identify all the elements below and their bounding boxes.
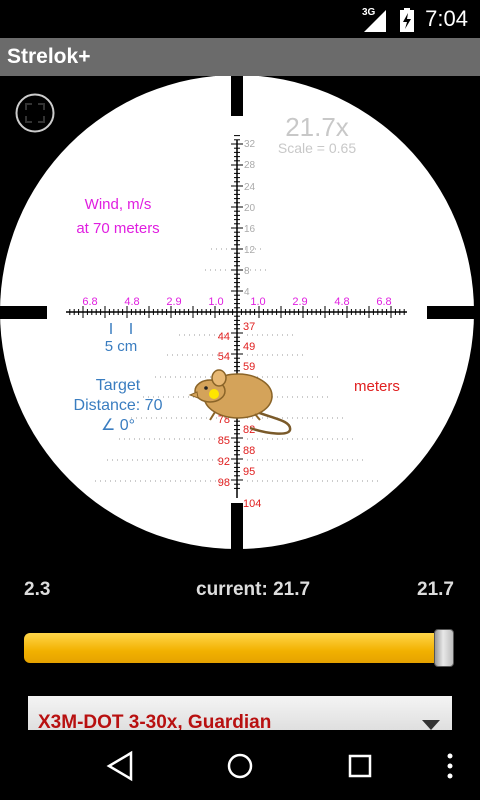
wind-title: Wind, m/s xyxy=(84,196,152,213)
action-bar: Strelok+ xyxy=(0,38,480,76)
overflow-menu-button[interactable] xyxy=(428,750,472,782)
post-right xyxy=(427,306,480,319)
range-label-right: 95 xyxy=(243,466,255,478)
wind-tick-label-right: 2.9 xyxy=(292,296,307,308)
range-label-left: 92 xyxy=(218,456,230,468)
battery-icon xyxy=(400,8,414,32)
zoom-max-value: 21.7 xyxy=(417,579,454,600)
post-left xyxy=(0,306,47,319)
post-top xyxy=(231,76,243,116)
range-label-left: 44 xyxy=(218,331,230,343)
zoom-slider-thumb[interactable] xyxy=(434,629,454,667)
target-distance: Distance: 70 xyxy=(73,397,163,414)
wind-label: Wind, m/s at 70 meters xyxy=(58,193,178,241)
range-label-right: 49 xyxy=(243,341,255,353)
back-icon xyxy=(106,750,133,782)
magnification-readout: 21.7x xyxy=(285,112,349,142)
app-title: Strelok+ xyxy=(7,45,91,68)
range-label-right: 104 xyxy=(243,498,261,510)
range-label-left: 98 xyxy=(218,477,230,489)
back-button[interactable] xyxy=(98,750,142,782)
elevation-tick-label: 24 xyxy=(244,182,256,193)
wind-tick-label-right: 6.8 xyxy=(376,296,391,308)
range-label-right: 37 xyxy=(243,321,255,333)
impact-point xyxy=(209,389,219,399)
elevation-tick-label: 28 xyxy=(244,160,256,171)
clock: 7:04 xyxy=(425,6,468,31)
range-units-label: meters xyxy=(354,378,400,395)
zoom-slider[interactable] xyxy=(24,633,454,663)
range-label-left: 85 xyxy=(218,435,230,447)
target-label: Target xyxy=(95,377,141,394)
zoom-current-value: current: 21.7 xyxy=(196,579,311,600)
overflow-menu-icon xyxy=(447,753,453,779)
dropdown-arrow-icon xyxy=(422,720,440,730)
wind-distance: at 70 meters xyxy=(76,220,160,237)
reticle-view[interactable]: 6.8 4.8 2.9 1.0 1.0 2.9 4.8 6.83228242016128444… xyxy=(0,76,480,566)
status-bar: 3G 7:04 xyxy=(0,0,480,38)
recents-button[interactable] xyxy=(338,750,382,782)
scale-readout: Scale = 0.65 xyxy=(277,140,357,156)
elevation-tick-label: 16 xyxy=(244,224,256,235)
navigation-bar xyxy=(0,730,480,800)
wind-tick-label-right: 1.0 xyxy=(250,296,265,308)
target-angle: ∠ 0° xyxy=(100,417,136,434)
wind-tick-label-right: 4.8 xyxy=(334,296,349,308)
wind-tick-label-left: 1.0 xyxy=(208,296,223,308)
signal-icon xyxy=(364,10,386,32)
range-label-left: 54 xyxy=(218,351,230,363)
scale-bar-label: 5 cm xyxy=(104,338,138,355)
zoom-min-value: 2.3 xyxy=(24,579,51,600)
range-label-right: 59 xyxy=(243,361,255,373)
wind-tick-label-left: 4.8 xyxy=(124,296,139,308)
home-button[interactable] xyxy=(218,750,262,782)
elevation-tick-label: 12 xyxy=(244,245,256,256)
home-icon xyxy=(227,753,253,779)
target-info: Target Distance: 70 ∠ 0° xyxy=(58,376,178,436)
post-bottom xyxy=(231,503,243,552)
elevation-tick-label: 8 xyxy=(244,266,250,277)
fullscreen-icon xyxy=(15,93,55,133)
elevation-tick-label: 32 xyxy=(244,139,256,150)
fullscreen-button[interactable] xyxy=(15,93,55,133)
elevation-tick-label: 4 xyxy=(244,287,250,298)
recents-icon xyxy=(348,754,372,778)
wind-tick-label-left: 2.9 xyxy=(166,296,181,308)
range-label-right: 88 xyxy=(243,445,255,457)
elevation-tick-label: 20 xyxy=(244,203,256,214)
wind-tick-label-left: 6.8 xyxy=(82,296,97,308)
